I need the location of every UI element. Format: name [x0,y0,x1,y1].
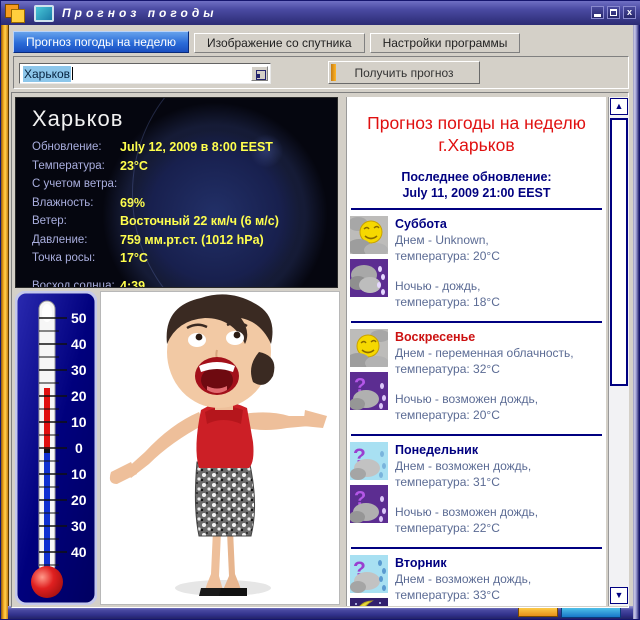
monitor-icon [34,5,54,22]
window-border-left [1,25,9,619]
day-name: Воскресенье [395,329,604,345]
scrollbar-thumb[interactable] [610,118,628,386]
globe-graphic [132,97,338,288]
question-cloud-day-icon: ? [350,442,388,480]
svg-text:40: 40 [71,336,87,352]
title-bar[interactable]: Прогноз погоды x [1,1,640,25]
forecast-updated: Последнее обновление: July 11, 2009 21:0… [347,169,606,201]
query-panel: Харьков Получить прогноз [13,56,629,89]
svg-text:30: 30 [71,518,87,534]
svg-text:20: 20 [71,388,87,404]
day-name: Вторник [395,555,604,571]
window-border-right [633,25,639,619]
rain-cloud-icon [350,259,388,297]
text-caret [72,67,73,80]
minimize-button[interactable] [591,6,604,19]
city-input-value: Харьков [23,66,71,82]
thermometer-graphic: 50 40 30 20 10 0 10 20 30 40 [15,291,97,605]
forecast-day-row: ? ? Понедельник Днем - воз [347,436,606,540]
tab-weekly-forecast[interactable]: Прогноз погоды на неделю [13,31,189,53]
app-window: Прогноз погоды x Прогноз погоды на недел… [0,0,640,620]
svg-text:0: 0 [75,440,83,456]
forecast-title: Прогноз погоды на неделю г.Харьков [347,112,606,156]
app-logo-icon [4,3,30,23]
forecast-scrollbar[interactable]: ▲ ▼ [608,97,629,606]
forecast-day-row: ? Воскресенье Днем - переменная облачнос… [347,323,606,427]
mascot-image [101,292,339,604]
tab-satellite-image[interactable]: Изображение со спутника [194,33,365,53]
city-input[interactable]: Харьков [19,63,271,84]
svg-text:50: 50 [71,310,87,326]
day-name: Суббота [395,216,604,232]
forecast-day-row: Суббота Днем - Unknown, температура: 20°… [347,210,606,314]
svg-text:10: 10 [71,466,87,482]
question-cloud-rain-day-icon: ? [350,555,388,593]
scroll-up-button[interactable]: ▲ [610,98,628,115]
forecast-day-row: ? Вторник Дн [347,549,606,606]
svg-text:30: 30 [71,362,87,378]
tab-strip: Прогноз погоды на неделю Изображение со … [13,31,520,53]
sun-with-clouds-icon [350,216,388,254]
svg-text:10: 10 [71,414,87,430]
sleeping-moon-icon [350,598,388,606]
question-cloud-night-icon: ? [350,485,388,523]
content-area: Харьков Обновление:July 12, 2009 в 8:00 … [11,92,629,608]
sun-with-clouds-icon [350,329,388,367]
get-forecast-button[interactable]: Получить прогноз [328,61,480,84]
svg-text:40: 40 [71,544,87,560]
question-cloud-night-icon: ? [350,372,388,410]
tab-program-settings[interactable]: Настройки программы [370,33,521,53]
maximize-button[interactable] [607,6,620,19]
close-button[interactable]: x [623,6,636,19]
mascot-area [100,291,340,605]
weekly-forecast-panel: Прогноз погоды на неделю г.Харьков После… [346,97,606,606]
window-title: Прогноз погоды [62,6,218,20]
current-conditions-panel: Харьков Обновление:July 12, 2009 в 8:00 … [15,97,338,288]
svg-text:20: 20 [71,492,87,508]
day-name: Понедельник [395,442,604,458]
scroll-down-button[interactable]: ▼ [610,587,628,604]
input-drop-button[interactable] [251,66,268,81]
